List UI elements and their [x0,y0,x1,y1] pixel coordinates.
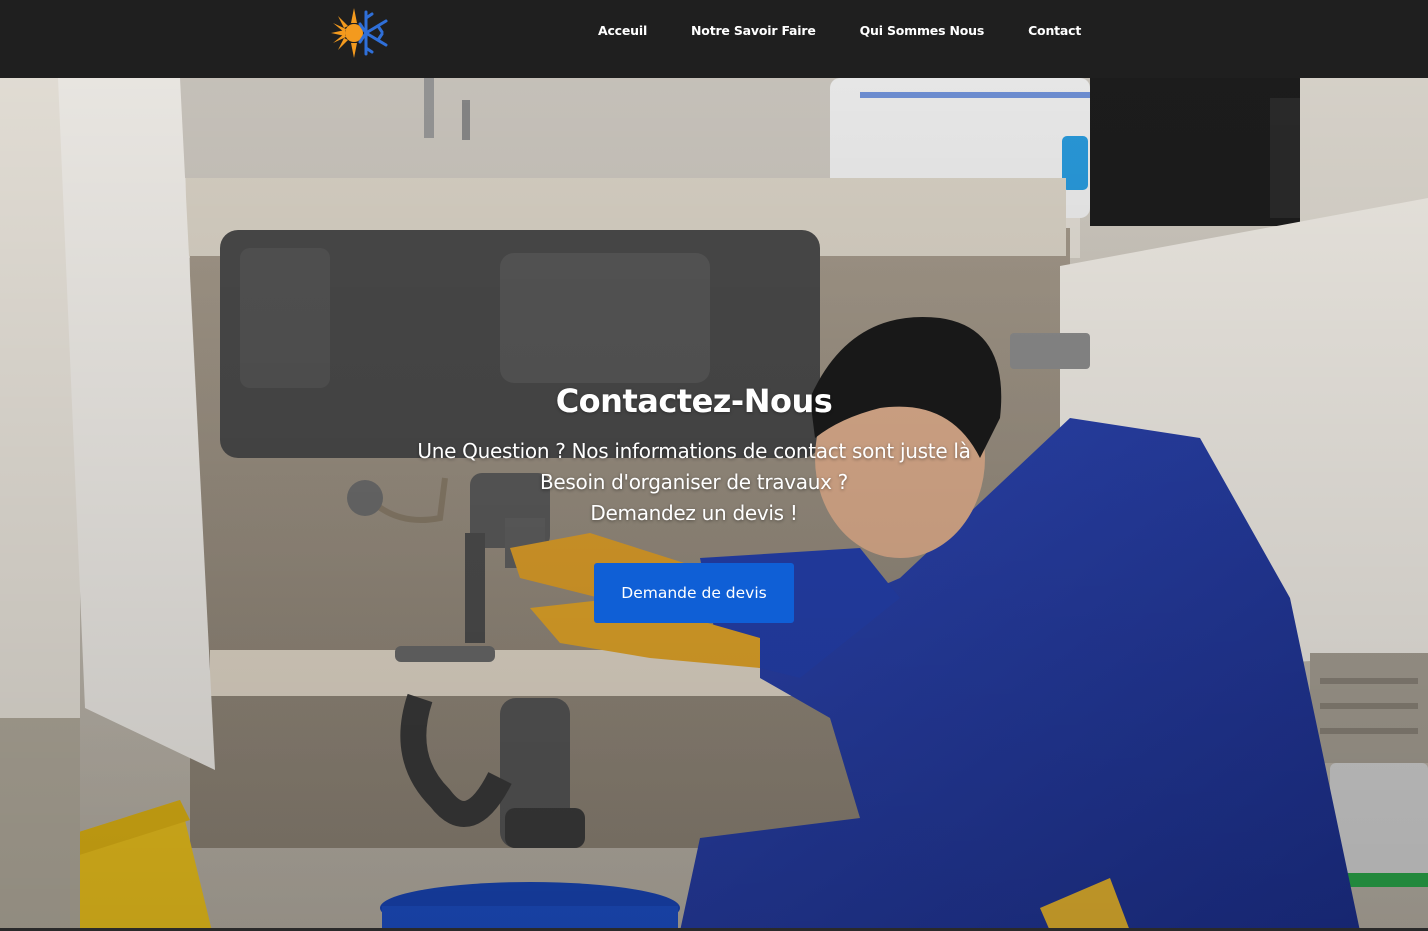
nav-link-contact[interactable]: Contact [1028,22,1081,40]
hero-line-travaux: Besoin d'organiser de travaux ? [539,470,848,494]
hero-text: Une Question ? Nos informations de conta… [0,436,1388,529]
sun-snowflake-logo-icon[interactable] [330,6,388,60]
nav-link-notre-savoir-faire[interactable]: Notre Savoir Faire [691,22,816,40]
navbar: Acceuil Notre Savoir Faire Qui Sommes No… [0,0,1428,78]
nav-link-qui-sommes-nous[interactable]: Qui Sommes Nous [860,22,985,40]
hero-section: Contactez-Nous Une Question ? Nos inform… [0,78,1428,931]
hero-content: Contactez-Nous Une Question ? Nos inform… [0,378,1388,623]
nav-link-acceuil[interactable]: Acceuil [598,22,647,40]
quote-request-button[interactable]: Demande de devis [594,563,794,623]
hero-title: Contactez-Nous [555,382,833,420]
hero-line-devis: Demandez un devis ! [590,501,798,525]
hero-line-question: Une Question ? Nos informations de conta… [417,439,971,463]
main-nav: Acceuil Notre Savoir Faire Qui Sommes No… [598,22,1081,40]
